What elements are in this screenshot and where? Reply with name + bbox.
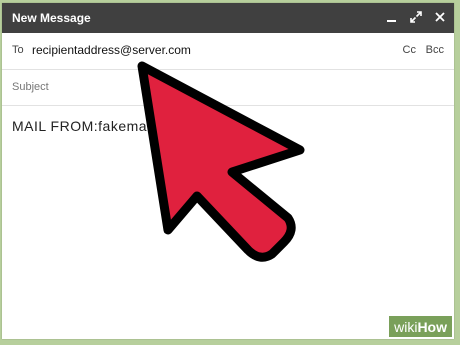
to-label: To: [12, 44, 24, 56]
to-row[interactable]: To recipientaddress@server.com Cc Bcc: [2, 33, 454, 70]
message-body[interactable]: MAIL FROM:fakema: [2, 106, 454, 339]
subject-row[interactable]: Subject: [2, 70, 454, 106]
title-bar: New Message: [2, 3, 454, 33]
close-icon[interactable]: [432, 9, 448, 25]
minimize-icon[interactable]: [384, 9, 400, 25]
bcc-link[interactable]: Bcc: [426, 44, 444, 56]
watermark-prefix: wiki: [394, 319, 418, 335]
cc-link[interactable]: Cc: [403, 44, 416, 56]
compose-window: New Message To recipientaddress@server.c…: [2, 3, 454, 339]
window-title: New Message: [12, 11, 91, 25]
subject-field[interactable]: Subject: [12, 81, 49, 93]
watermark: wikiHow: [389, 316, 452, 337]
expand-icon[interactable]: [408, 9, 424, 25]
window-controls: [384, 9, 448, 25]
body-text: MAIL FROM:fakema: [12, 118, 148, 134]
to-field[interactable]: recipientaddress@server.com: [32, 43, 191, 57]
watermark-suffix: How: [417, 319, 447, 335]
